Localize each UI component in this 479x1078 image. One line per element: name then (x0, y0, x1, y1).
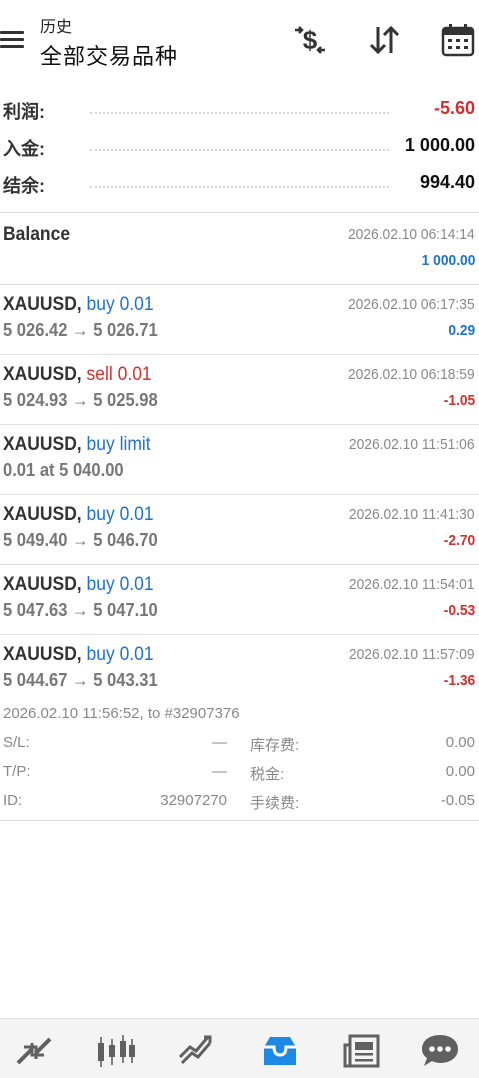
trade-row[interactable]: XAUUSD, buy limit 0.01 at 5 040.00 2026.… (0, 424, 479, 494)
tp-label: T/P: (3, 763, 31, 780)
trade-time: 2026.02.10 11:54:01 (349, 576, 475, 593)
dotted-leader (90, 149, 389, 151)
trade-row[interactable]: XAUUSD, buy 0.01 5 026.42 → 5 026.71 202… (0, 284, 479, 354)
balance-entry[interactable]: Balance 2026.02.10 06:14:14 1 000.00 (0, 214, 479, 284)
trade-row-expanded[interactable]: XAUUSD, buy 0.01 5 044.67 → 5 043.31 202… (0, 634, 479, 704)
trade-time: 2026.02.10 11:51:06 (349, 436, 475, 453)
header-title[interactable]: 全部交易品种 (40, 39, 178, 71)
menu-icon[interactable] (0, 31, 24, 49)
trade-action: buy 0.01 (86, 504, 154, 525)
tax-value: 0.00 (445, 763, 475, 780)
sort-icon[interactable] (366, 22, 402, 58)
trade-icon[interactable] (178, 1033, 218, 1069)
chart-icon[interactable] (96, 1033, 136, 1069)
fee-value: -0.05 (440, 792, 475, 809)
calendar-icon[interactable] (440, 22, 476, 58)
sl-value: — (212, 734, 227, 751)
header-subtitle: 历史 (40, 19, 73, 36)
quotes-icon[interactable] (14, 1033, 54, 1069)
divider (0, 820, 479, 821)
news-icon[interactable] (342, 1033, 382, 1069)
swap-label: 库存费: (250, 737, 300, 754)
summary-deposit: 入金: 1 000.00 (0, 132, 479, 162)
trade-symbol: XAUUSD, (3, 434, 82, 455)
bottom-navigation (0, 1018, 479, 1078)
detail-row-id: ID: 32907270 手续费: -0.05 (0, 792, 479, 818)
trade-prices: 5 049.40 → 5 046.70 (3, 530, 158, 550)
detail-row-sl: S/L: — 库存费: 0.00 (0, 734, 479, 760)
trade-row[interactable]: XAUUSD, buy 0.01 5 047.63 → 5 047.10 202… (0, 564, 479, 634)
trade-prices: 5 044.67 → 5 043.31 (3, 670, 158, 690)
detail-row-tp: T/P: — 税金: 0.00 (0, 763, 479, 789)
dotted-leader (90, 112, 389, 114)
trade-prices: 5 047.63 → 5 047.10 (3, 600, 158, 620)
balance-entry-time: 2026.02.10 06:14:14 (348, 226, 475, 243)
profit-label: 利润: (3, 102, 45, 122)
trade-action: buy limit (86, 434, 151, 455)
trade-symbol: XAUUSD, (3, 364, 82, 385)
summary-balance: 结余: 994.40 (0, 169, 479, 199)
trade-symbol: XAUUSD, (3, 294, 82, 315)
svg-text:$: $ (303, 25, 318, 55)
trade-time: 2026.02.10 06:17:35 (348, 296, 475, 313)
trade-profit: -1.36 (443, 672, 475, 689)
trade-profit: -0.53 (443, 602, 475, 619)
history-icon[interactable] (260, 1033, 300, 1069)
trade-symbol: XAUUSD, (3, 574, 82, 595)
balance-entry-label: Balance (3, 224, 71, 245)
trade-action: sell 0.01 (86, 364, 152, 385)
deposit-value: 1 000.00 (398, 135, 475, 156)
trade-time: 2026.02.10 11:57:09 (349, 646, 475, 663)
id-value: 32907270 (160, 792, 227, 809)
trade-symbol: XAUUSD, (3, 504, 82, 525)
trade-action: buy 0.01 (86, 574, 154, 595)
trade-action: buy 0.01 (86, 644, 154, 665)
balance-value: 994.40 (413, 172, 475, 193)
trade-action: buy 0.01 (86, 294, 154, 315)
summary-profit: 利润: -5.60 (0, 95, 479, 125)
id-label: ID: (3, 792, 23, 809)
chat-icon[interactable] (420, 1033, 460, 1069)
tp-value: — (212, 763, 227, 780)
divider (0, 212, 479, 213)
trade-profit: 0.29 (448, 322, 475, 339)
balance-entry-amount: 1 000.00 (421, 252, 475, 269)
sl-label: S/L: (3, 734, 30, 751)
trade-profit: -1.05 (443, 392, 475, 409)
trade-symbol: XAUUSD, (3, 644, 82, 665)
app-header: 历史 全部交易品种 $ (0, 0, 479, 84)
trade-row[interactable]: XAUUSD, sell 0.01 5 024.93 → 5 025.98 20… (0, 354, 479, 424)
tax-label: 税金: (250, 766, 285, 783)
profit-value: -5.60 (427, 98, 475, 119)
fee-label: 手续费: (250, 795, 300, 812)
deposit-label: 入金: (3, 139, 45, 159)
trade-profit: -2.70 (443, 532, 475, 549)
trade-row[interactable]: XAUUSD, buy 0.01 5 049.40 → 5 046.70 202… (0, 494, 479, 564)
trade-prices: 5 024.93 → 5 025.98 (3, 390, 158, 410)
trade-close-info: 2026.02.10 11:56:52, to #32907376 (3, 705, 240, 722)
trade-time: 2026.02.10 11:41:30 (349, 506, 475, 523)
balance-label: 结余: (3, 176, 45, 196)
trade-prices: 5 026.42 → 5 026.71 (3, 320, 158, 340)
swap-value: 0.00 (445, 734, 475, 751)
dollar-swap-icon[interactable]: $ (292, 22, 328, 58)
trade-time: 2026.02.10 06:18:59 (348, 366, 475, 383)
trade-prices: 0.01 at 5 040.00 (3, 460, 124, 480)
dotted-leader (90, 186, 389, 188)
